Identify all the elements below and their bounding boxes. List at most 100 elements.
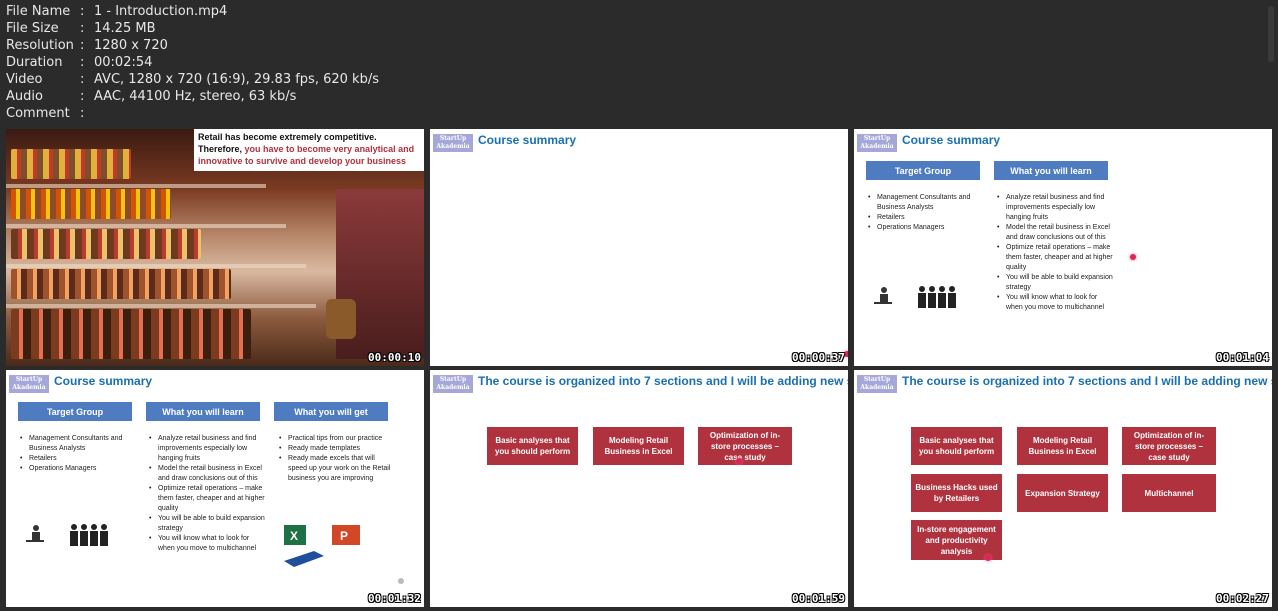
- separator: :: [80, 72, 85, 87]
- people-icon: [874, 286, 956, 308]
- list-item: Ready made templates: [279, 444, 391, 454]
- section-box: Modeling Retail Business in Excel: [593, 427, 684, 465]
- video-value: AVC, 1280 x 720 (16:9), 29.83 fps, 620 k…: [94, 72, 379, 87]
- separator: :: [80, 4, 85, 19]
- get-list: Practical tips from our practice Ready m…: [279, 434, 391, 484]
- timestamp: 00:01:04: [1216, 351, 1269, 364]
- section-box: Basic analyses that you should perform: [487, 427, 578, 465]
- audio-value: AAC, 44100 Hz, stereo, 63 kb/s: [94, 89, 297, 104]
- timestamp: 00:01:59: [792, 592, 845, 605]
- svg-text:X: X: [290, 529, 298, 543]
- startup-akademia-logo: StartUp Akademia: [433, 375, 473, 393]
- file-info-row: File Name:1 - Introduction.mp4: [6, 3, 379, 20]
- section-box: Optimization of in-store processes – cas…: [698, 427, 792, 465]
- list-item: Practical tips from our practice: [279, 434, 391, 444]
- file-info-row: Resolution:1280 x 720: [6, 37, 379, 54]
- section-box: Optimization of in-store processes – cas…: [1122, 427, 1216, 465]
- separator: :: [80, 89, 85, 104]
- list-item: Analyze retail business and find improve…: [997, 193, 1115, 223]
- what-get-header: What you will get: [274, 402, 388, 421]
- scrollbar[interactable]: [1268, 6, 1274, 62]
- target-group-list: Management Consultants and Business Anal…: [868, 193, 986, 233]
- file-name-value: 1 - Introduction.mp4: [94, 4, 228, 19]
- thumbnail-4[interactable]: StartUp Akademia Course summary Target G…: [6, 370, 424, 607]
- section-box: Expansion Strategy: [1017, 474, 1108, 512]
- list-item: Management Consultants and Business Anal…: [20, 434, 138, 454]
- excel-icon: X: [284, 525, 306, 545]
- thumbnail-1[interactable]: Retail has become extremely competitive.…: [6, 129, 424, 366]
- cursor-dot: [985, 555, 991, 561]
- section-box: Multichannel: [1122, 474, 1216, 512]
- caption-line-1: Retail has become extremely competitive.: [198, 132, 377, 142]
- slide-title: The course is organized into 7 sections …: [478, 374, 848, 388]
- thumbnail-3[interactable]: StartUp Akademia Course summary Target G…: [854, 129, 1272, 366]
- startup-akademia-logo: StartUp Akademia: [433, 134, 473, 152]
- slide-title: Course summary: [478, 133, 577, 147]
- list-item: Optimize retail operations – make them f…: [997, 243, 1115, 273]
- file-info-row: Duration:00:02:54: [6, 54, 379, 71]
- thumbnail-5[interactable]: StartUp Akademia The course is organized…: [430, 370, 848, 607]
- what-learn-header: What you will learn: [994, 161, 1108, 180]
- people-icon: [26, 524, 108, 546]
- separator: :: [80, 106, 85, 121]
- file-info-row: Audio: AAC, 44100 Hz, stereo, 63 kb/s: [6, 88, 379, 105]
- thumbnail-2[interactable]: StartUp Akademia Course summary 00:00:37: [430, 129, 848, 366]
- learn-list: Analyze retail business and find improve…: [149, 434, 267, 554]
- list-item: Model the retail business in Excel and d…: [997, 223, 1115, 243]
- separator: :: [80, 55, 85, 70]
- list-item: You will be able to build expansion stra…: [149, 514, 267, 534]
- file-info-row: Video: AVC, 1280 x 720 (16:9), 29.83 fps,…: [6, 71, 379, 88]
- list-item: Model the retail business in Excel and d…: [149, 464, 267, 484]
- startup-akademia-logo: StartUp Akademia: [857, 134, 897, 152]
- timestamp: 00:00:10: [368, 351, 421, 364]
- caption-line-3: innovative to survive and develop your b…: [198, 156, 407, 166]
- timestamp: 00:01:32: [368, 592, 421, 605]
- cursor-dot: [1130, 254, 1136, 260]
- file-size-label: File Size: [6, 21, 59, 36]
- thumbnail-6[interactable]: StartUp Akademia The course is organized…: [854, 370, 1272, 607]
- list-item: Retailers: [20, 454, 138, 464]
- target-group-header: Target Group: [866, 161, 980, 180]
- list-item: Retailers: [868, 213, 986, 223]
- list-item: Ready made excels that will speed up you…: [279, 454, 391, 484]
- video-label: Video: [6, 72, 43, 87]
- list-item: Management Consultants and Business Anal…: [868, 193, 986, 213]
- audio-label: Audio: [6, 89, 43, 104]
- slide-title: Course summary: [54, 374, 153, 388]
- duration-label: Duration: [6, 55, 63, 70]
- section-box: Business Hacks used by Retailers: [911, 474, 1002, 512]
- section-box: Modeling Retail Business in Excel: [1017, 427, 1108, 465]
- list-item: You will know what to look for when you …: [149, 534, 267, 554]
- file-info-row: File Size:14.25 MB: [6, 20, 379, 37]
- book-icon: [284, 551, 324, 567]
- duration-value: 00:02:54: [94, 55, 153, 70]
- learn-list: Analyze retail business and find improve…: [997, 193, 1115, 313]
- file-name-label: File Name: [6, 4, 71, 19]
- cursor-dot: [736, 458, 742, 464]
- file-size-value: 14.25 MB: [94, 21, 156, 36]
- slide-title: The course is organized into 7 sections …: [902, 374, 1272, 388]
- caption-highlight: you have to become very analytical and: [244, 144, 415, 154]
- file-info: File Name:1 - Introduction.mp4 File Size…: [6, 3, 379, 122]
- section-box: In-store engagement and productivity ana…: [911, 520, 1002, 560]
- list-item: Operations Managers: [868, 223, 986, 233]
- powerpoint-icon: P: [332, 525, 360, 545]
- list-item: Operations Managers: [20, 464, 138, 474]
- timestamp: 00:00:37: [792, 351, 845, 364]
- file-info-row: Comment:: [6, 105, 379, 122]
- target-group-list: Management Consultants and Business Anal…: [20, 434, 138, 474]
- resolution-label: Resolution: [6, 38, 74, 53]
- intro-caption: Retail has become extremely competitive.…: [194, 129, 424, 171]
- what-learn-header: What you will learn: [146, 402, 260, 421]
- list-item: Analyze retail business and find improve…: [149, 434, 267, 464]
- separator: :: [80, 38, 85, 53]
- svg-text:P: P: [340, 529, 348, 543]
- list-item: Optimize retail operations – make them f…: [149, 484, 267, 514]
- resolution-value: 1280 x 720: [94, 38, 168, 53]
- target-group-header: Target Group: [18, 402, 132, 421]
- separator: :: [80, 21, 85, 36]
- comment-label: Comment: [6, 106, 70, 121]
- section-box: Basic analyses that you should perform: [911, 427, 1002, 465]
- list-item: You will know what to look for when you …: [997, 293, 1115, 313]
- timestamp: 00:02:27: [1216, 592, 1269, 605]
